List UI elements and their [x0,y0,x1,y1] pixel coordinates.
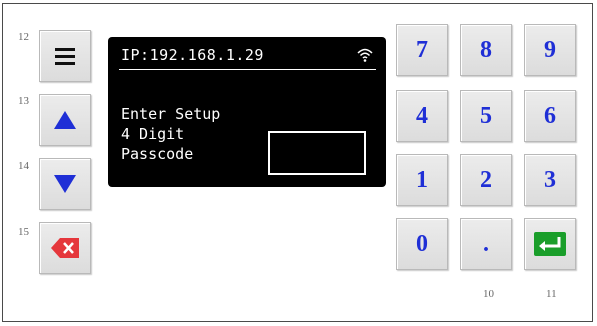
backspace-icon [51,238,79,258]
arrow-up-icon [54,111,76,129]
key-label-13: 13 [18,95,29,107]
lcd-display: IP:192.168.1.29 Enter Setup 4 Digit Pass… [108,37,386,187]
key-label-15: 15 [18,226,29,238]
key-1-label: 1 [416,166,428,193]
key-3-label: 3 [544,166,556,193]
key-4[interactable]: 4 [396,90,448,142]
menu-button[interactable] [39,30,91,82]
key-label-11: 11 [546,288,557,300]
key-6[interactable]: 6 [524,90,576,142]
key-1[interactable]: 1 [396,154,448,206]
up-button[interactable] [39,94,91,146]
key-9-label: 9 [544,36,556,63]
ip-address: IP:192.168.1.29 [121,46,264,64]
key-label-14: 14 [18,160,29,172]
key-7[interactable]: 7 [396,24,448,76]
key-3[interactable]: 3 [524,154,576,206]
key-0-label: 0 [416,230,428,257]
enter-icon [534,232,566,256]
key-7-label: 7 [416,36,428,63]
key-9[interactable]: 9 [524,24,576,76]
key-8-label: 8 [480,36,492,63]
menu-icon [55,48,75,65]
enter-button[interactable] [524,218,576,270]
key-2-label: 2 [480,166,492,193]
key-dot[interactable]: . [460,218,512,270]
key-8[interactable]: 8 [460,24,512,76]
key-6-label: 6 [544,102,556,129]
wifi-icon [357,48,373,62]
key-label-12: 12 [18,31,29,43]
key-5-label: 5 [480,102,492,129]
key-label-10: 10 [483,288,494,300]
prompt-message: Enter Setup 4 Digit Passcode [121,105,221,163]
key-0[interactable]: 0 [396,218,448,270]
key-4-label: 4 [416,102,428,129]
down-button[interactable] [39,158,91,210]
arrow-down-icon [54,175,76,193]
key-5[interactable]: 5 [460,90,512,142]
passcode-field[interactable] [268,131,366,175]
key-dot-label: . [483,230,489,257]
backspace-button[interactable] [39,222,91,274]
header-divider [119,69,376,70]
key-2[interactable]: 2 [460,154,512,206]
